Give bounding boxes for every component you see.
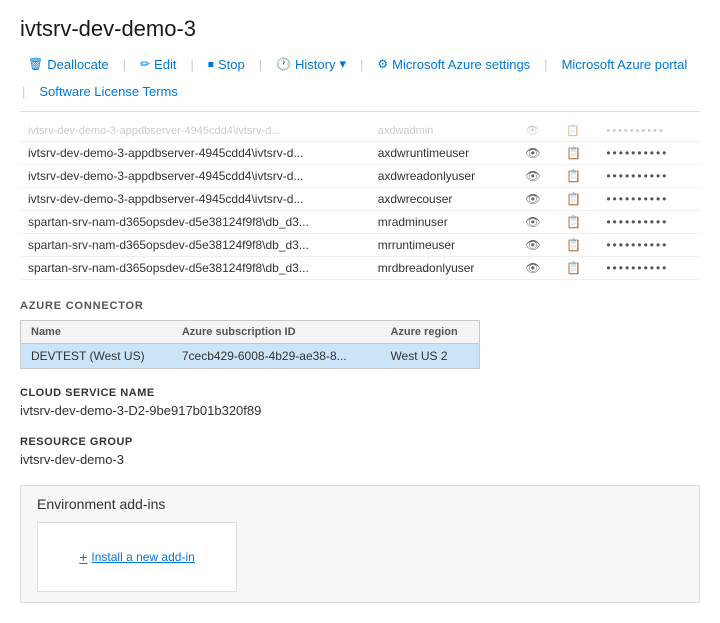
cred-dots: •••••••••• [598, 257, 700, 280]
cred-copy-icon[interactable]: 📋 [558, 142, 598, 165]
cloud-service-section: CLOUD SERVICE NAME ivtsrv-dev-demo-3-D2-… [20, 387, 700, 418]
azure-table-row[interactable]: DEVTEST (West US) 7cecb429-6008-4b29-ae3… [21, 344, 480, 369]
history-chevron-icon: ▾ [339, 56, 346, 72]
history-button[interactable]: 🕐 History ▾ [268, 52, 354, 76]
install-label: Install a new add-in [91, 550, 194, 564]
license-terms-button[interactable]: Software License Terms [31, 80, 186, 103]
cred-server: ivtsrv-dev-demo-3-appdbserver-4945cdd4\i… [20, 120, 370, 142]
cred-eye-icon[interactable]: 👁 [517, 120, 558, 142]
resource-group-section: RESOURCE GROUP ivtsrv-dev-demo-3 [20, 436, 700, 467]
cred-server: ivtsrv-dev-demo-3-appdbserver-4945cdd4\i… [20, 142, 370, 165]
col-region: Azure region [380, 321, 479, 344]
azure-settings-icon: ⚙ [377, 57, 388, 71]
cred-copy-icon[interactable]: 📋 [558, 120, 598, 142]
cred-eye-icon[interactable]: 👁 [517, 142, 558, 165]
azure-region: West US 2 [380, 344, 479, 369]
page-container: ivtsrv-dev-demo-3 🗑 Deallocate | ✏ Edit … [0, 0, 720, 623]
cred-eye-icon[interactable]: 👁 [517, 257, 558, 280]
separator-3: | [259, 57, 262, 72]
cred-username: mrdbreadonlyuser [370, 257, 518, 280]
page-header: ivtsrv-dev-demo-3 🗑 Deallocate | ✏ Edit … [0, 0, 720, 120]
cred-copy-icon[interactable]: 📋 [558, 211, 598, 234]
cred-server: ivtsrv-dev-demo-3-appdbserver-4945cdd4\i… [20, 188, 370, 211]
cred-server: ivtsrv-dev-demo-3-appdbserver-4945cdd4\i… [20, 165, 370, 188]
azure-connector-table: Name Azure subscription ID Azure region … [20, 320, 480, 369]
cloud-service-label: CLOUD SERVICE NAME [20, 387, 700, 399]
cred-username: axdwrecouser [370, 188, 518, 211]
cred-dots: •••••••••• [598, 120, 700, 142]
edit-icon: ✏ [140, 57, 150, 71]
azure-settings-button[interactable]: ⚙ Microsoft Azure settings [369, 53, 538, 76]
resource-group-label: RESOURCE GROUP [20, 436, 700, 448]
credentials-table: ivtsrv-dev-demo-3-appdbserver-4945cdd4\i… [20, 120, 700, 280]
separator-5: | [544, 57, 547, 72]
cred-eye-icon[interactable]: 👁 [517, 188, 558, 211]
azure-connector-title: AZURE CONNECTOR [20, 300, 700, 312]
env-addins-title: Environment add-ins [37, 496, 683, 512]
cred-dots: •••••••••• [598, 211, 700, 234]
cred-copy-icon[interactable]: 📋 [558, 234, 598, 257]
cred-eye-icon[interactable]: 👁 [517, 234, 558, 257]
cred-username: mradminuser [370, 211, 518, 234]
cred-server: spartan-srv-nam-d365opsdev-d5e38124f9f8\… [20, 234, 370, 257]
resource-group-value: ivtsrv-dev-demo-3 [20, 452, 700, 467]
table-row: spartan-srv-nam-d365opsdev-d5e38124f9f8\… [20, 234, 700, 257]
edit-button[interactable]: ✏ Edit [132, 53, 184, 76]
deallocate-button[interactable]: 🗑 Deallocate [20, 53, 117, 76]
cred-dots: •••••••••• [598, 142, 700, 165]
table-row: ivtsrv-dev-demo-3-appdbserver-4945cdd4\i… [20, 188, 700, 211]
azure-portal-button[interactable]: Microsoft Azure portal [554, 53, 696, 76]
table-row: ivtsrv-dev-demo-3-appdbserver-4945cdd4\i… [20, 120, 700, 142]
cred-dots: •••••••••• [598, 188, 700, 211]
stop-button[interactable]: ⏹ Stop [200, 53, 253, 76]
table-row: spartan-srv-nam-d365opsdev-d5e38124f9f8\… [20, 211, 700, 234]
cred-username: mrruntimeuser [370, 234, 518, 257]
separator-4: | [360, 57, 363, 72]
col-subscription: Azure subscription ID [172, 321, 381, 344]
page-title: ivtsrv-dev-demo-3 [20, 16, 700, 42]
separator-2: | [191, 57, 194, 72]
azure-subscription-id: 7cecb429-6008-4b29-ae38-8... [172, 344, 381, 369]
cred-username: axdwreadonlyuser [370, 165, 518, 188]
table-row: spartan-srv-nam-d365opsdev-d5e38124f9f8\… [20, 257, 700, 280]
history-icon: 🕐 [276, 57, 291, 71]
stop-icon: ⏹ [208, 57, 214, 72]
table-row: ivtsrv-dev-demo-3-appdbserver-4945cdd4\i… [20, 142, 700, 165]
col-name: Name [21, 321, 172, 344]
azure-name: DEVTEST (West US) [21, 344, 172, 369]
install-addin-link[interactable]: + Install a new add-in [79, 549, 195, 565]
addins-box: + Install a new add-in [37, 522, 237, 592]
cred-dots: •••••••••• [598, 165, 700, 188]
cred-username: axdwruntimeuser [370, 142, 518, 165]
cred-eye-icon[interactable]: 👁 [517, 165, 558, 188]
separator-1: | [123, 57, 126, 72]
toolbar: 🗑 Deallocate | ✏ Edit | ⏹ Stop | 🕐 Histo… [20, 52, 700, 112]
azure-connector-section: AZURE CONNECTOR Name Azure subscription … [20, 300, 700, 369]
cred-copy-icon[interactable]: 📋 [558, 188, 598, 211]
plus-icon: + [79, 549, 87, 565]
table-row: ivtsrv-dev-demo-3-appdbserver-4945cdd4\i… [20, 165, 700, 188]
env-addins-section: Environment add-ins + Install a new add-… [20, 485, 700, 603]
cred-dots: •••••••••• [598, 234, 700, 257]
cred-eye-icon[interactable]: 👁 [517, 211, 558, 234]
cred-username: axdwadmin [370, 120, 518, 142]
deallocate-icon: 🗑 [28, 57, 43, 71]
cred-server: spartan-srv-nam-d365opsdev-d5e38124f9f8\… [20, 211, 370, 234]
cred-copy-icon[interactable]: 📋 [558, 165, 598, 188]
azure-table-header-row: Name Azure subscription ID Azure region [21, 321, 480, 344]
cloud-service-value: ivtsrv-dev-demo-3-D2-9be917b01b320f89 [20, 403, 700, 418]
content-area: ivtsrv-dev-demo-3-appdbserver-4945cdd4\i… [0, 120, 720, 623]
cred-server: spartan-srv-nam-d365opsdev-d5e38124f9f8\… [20, 257, 370, 280]
separator-6: | [22, 84, 25, 99]
cred-copy-icon[interactable]: 📋 [558, 257, 598, 280]
